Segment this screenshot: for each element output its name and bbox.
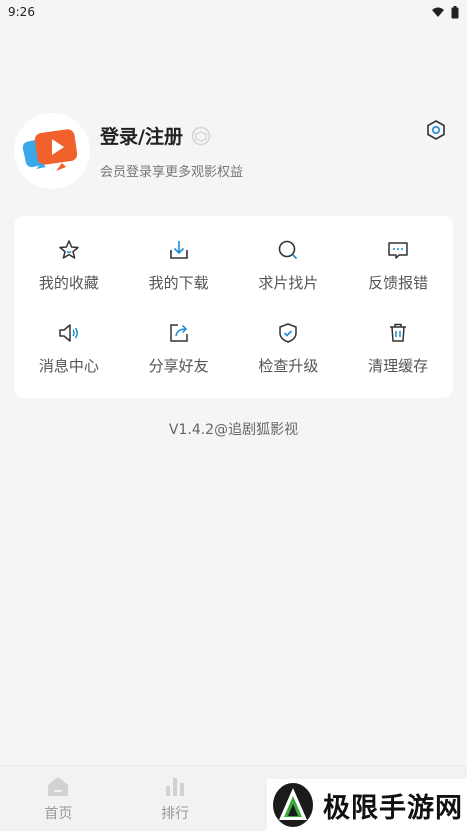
nav-item-ranking[interactable]: 排行: [117, 766, 234, 831]
vip-badge-icon: [191, 126, 211, 145]
grid-item-downloads[interactable]: 我的下载: [124, 224, 234, 307]
grid-item-request[interactable]: 求片找片: [234, 224, 344, 307]
login-subtitle: 会员登录享更多观影权益: [100, 165, 244, 180]
download-icon: [169, 241, 188, 259]
grid-label: 检查升级: [258, 357, 319, 375]
app-logo-icon: [22, 129, 78, 171]
login-row: 登录/注册: [100, 122, 243, 149]
grid-item-favorites[interactable]: 我的收藏: [14, 224, 124, 307]
feedback-icon: [388, 242, 408, 259]
watermark-text: 极限手游网: [323, 792, 463, 824]
chart-icon: [166, 778, 185, 796]
home-icon: [48, 777, 69, 796]
watermark: 极限手游网: [267, 779, 467, 831]
grid-label: 我的下载: [148, 274, 209, 292]
grid-label: 消息中心: [38, 357, 99, 375]
wifi-icon: [432, 7, 444, 17]
status-time: 9:26: [8, 5, 35, 19]
nav-label: 首页: [44, 806, 73, 822]
grid-item-clear-cache[interactable]: 清理缓存: [343, 307, 453, 390]
grid-label: 反馈报错: [368, 274, 429, 292]
grid-item-messages[interactable]: 消息中心: [14, 307, 124, 390]
grid-label: 我的收藏: [38, 274, 99, 292]
version-text: V1.4.2@追剧狐影视: [168, 422, 299, 438]
grid-label: 求片找片: [258, 274, 319, 292]
grid-item-share[interactable]: 分享好友: [124, 307, 234, 390]
settings-icon[interactable]: [424, 118, 448, 142]
status-icons: [431, 5, 459, 19]
profile-text: 登录/注册 会员登录享更多观影权益: [100, 122, 243, 180]
star-icon: [59, 240, 79, 259]
login-register-link[interactable]: 登录/注册: [100, 122, 183, 149]
shield-check-icon: [279, 323, 298, 343]
grid-label: 分享好友: [148, 357, 209, 375]
battery-icon: [451, 5, 459, 18]
search-icon: [279, 240, 298, 260]
status-bar: 9:26: [0, 0, 467, 24]
watermark-logo-icon: [273, 783, 313, 827]
speaker-icon: [59, 324, 78, 342]
grid-item-feedback[interactable]: 反馈报错: [343, 224, 453, 307]
avatar[interactable]: [14, 113, 90, 189]
share-icon: [169, 324, 188, 342]
profile-header[interactable]: 登录/注册 会员登录享更多观影权益: [14, 112, 454, 190]
trash-icon: [390, 323, 407, 342]
nav-label: 排行: [161, 806, 190, 822]
grid-item-update[interactable]: 检查升级: [234, 307, 344, 390]
feature-grid: 我的收藏 我的下载 求片找片 反馈报错 消息中心 分享好友 检查升级 清理缓存: [14, 216, 453, 398]
grid-label: 清理缓存: [368, 357, 429, 375]
nav-item-home[interactable]: 首页: [0, 766, 117, 831]
